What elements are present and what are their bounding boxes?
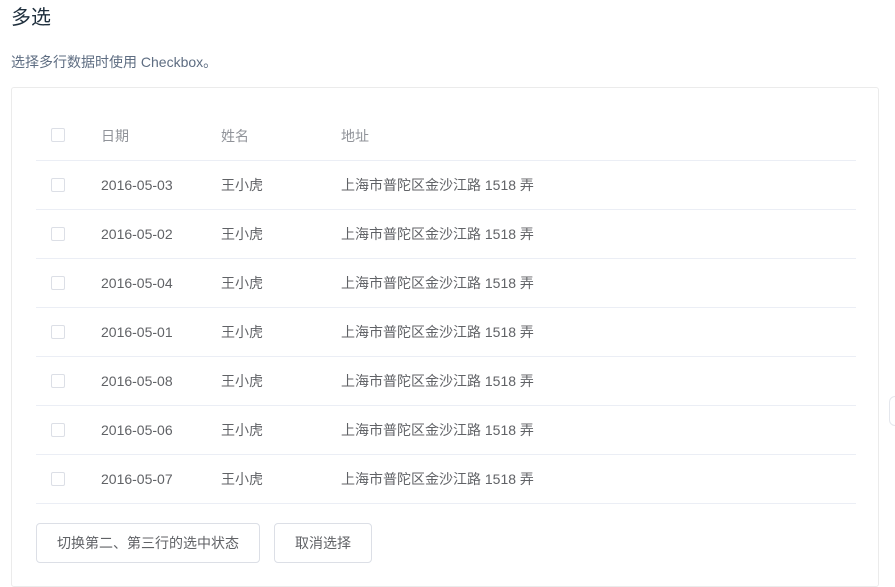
cell-name: 王小虎 (221, 373, 263, 389)
cell-date: 2016-05-01 (101, 324, 173, 340)
row-checkbox[interactable] (51, 374, 65, 388)
column-header-date[interactable]: 日期 (101, 111, 129, 160)
table-row[interactable]: 2016-05-08 王小虎 上海市普陀区金沙江路 1518 弄 (36, 357, 856, 406)
cell-name: 王小虎 (221, 275, 263, 291)
table-row[interactable]: 2016-05-06 王小虎 上海市普陀区金沙江路 1518 弄 (36, 406, 856, 455)
cell-name: 王小虎 (221, 226, 263, 242)
table-body: 2016-05-03 王小虎 上海市普陀区金沙江路 1518 弄 2016-05-02… (36, 161, 856, 504)
cell-date: 2016-05-07 (101, 471, 173, 487)
cell-date: 2016-05-02 (101, 226, 173, 242)
column-header-name[interactable]: 姓名 (221, 111, 249, 160)
cell-date: 2016-05-03 (101, 177, 173, 193)
cell-address: 上海市普陀区金沙江路 1518 弄 (341, 275, 534, 291)
data-table: 日期 姓名 地址 2016-05-03 王小虎 上海市普陀区金沙江路 1518 弄2… (36, 111, 856, 504)
clear-selection-button[interactable]: 取消选择 (274, 523, 372, 563)
table-row[interactable]: 2016-05-02 王小虎 上海市普陀区金沙江路 1518 弄 (36, 210, 856, 259)
cell-address: 上海市普陀区金沙江路 1518 弄 (341, 373, 534, 389)
side-handle[interactable] (889, 396, 895, 426)
cell-date: 2016-05-04 (101, 275, 173, 291)
table-row[interactable]: 2016-05-07 王小虎 上海市普陀区金沙江路 1518 弄 (36, 455, 856, 504)
cell-name: 王小虎 (221, 177, 263, 193)
cell-name: 王小虎 (221, 471, 263, 487)
cell-name: 王小虎 (221, 324, 263, 340)
column-header-address[interactable]: 地址 (341, 111, 369, 160)
header-checkbox-cell (51, 111, 65, 160)
row-checkbox-cell (51, 455, 65, 503)
row-checkbox[interactable] (51, 227, 65, 241)
row-checkbox[interactable] (51, 276, 65, 290)
cell-address: 上海市普陀区金沙江路 1518 弄 (341, 226, 534, 242)
row-checkbox[interactable] (51, 178, 65, 192)
row-checkbox-cell (51, 161, 65, 209)
demo-block: 日期 姓名 地址 2016-05-03 王小虎 上海市普陀区金沙江路 1518 弄2… (11, 87, 879, 587)
cell-date: 2016-05-08 (101, 373, 173, 389)
row-checkbox-cell (51, 259, 65, 307)
cell-name: 王小虎 (221, 422, 263, 438)
row-checkbox[interactable] (51, 325, 65, 339)
select-all-checkbox[interactable] (51, 127, 65, 142)
cell-address: 上海市普陀区金沙江路 1518 弄 (341, 471, 534, 487)
row-checkbox-cell (51, 406, 65, 454)
cell-address: 上海市普陀区金沙江路 1518 弄 (341, 422, 534, 438)
table-row[interactable]: 2016-05-03 王小虎 上海市普陀区金沙江路 1518 弄 (36, 161, 856, 210)
cell-date: 2016-05-06 (101, 422, 173, 438)
page-description: 选择多行数据时使用 Checkbox。 (11, 54, 218, 70)
row-checkbox-cell (51, 357, 65, 405)
row-checkbox-cell (51, 308, 65, 356)
table-row[interactable]: 2016-05-04 王小虎 上海市普陀区金沙江路 1518 弄 (36, 259, 856, 308)
table-header-row: 日期 姓名 地址 (36, 111, 856, 161)
table-row[interactable]: 2016-05-01 王小虎 上海市普陀区金沙江路 1518 弄 (36, 308, 856, 357)
row-checkbox[interactable] (51, 472, 65, 486)
page-title: 多选 (11, 7, 51, 29)
row-checkbox-cell (51, 210, 65, 258)
cell-address: 上海市普陀区金沙江路 1518 弄 (341, 324, 534, 340)
toggle-selection-button[interactable]: 切换第二、第三行的选中状态 (36, 523, 260, 563)
cell-address: 上海市普陀区金沙江路 1518 弄 (341, 177, 534, 193)
row-checkbox[interactable] (51, 423, 65, 437)
